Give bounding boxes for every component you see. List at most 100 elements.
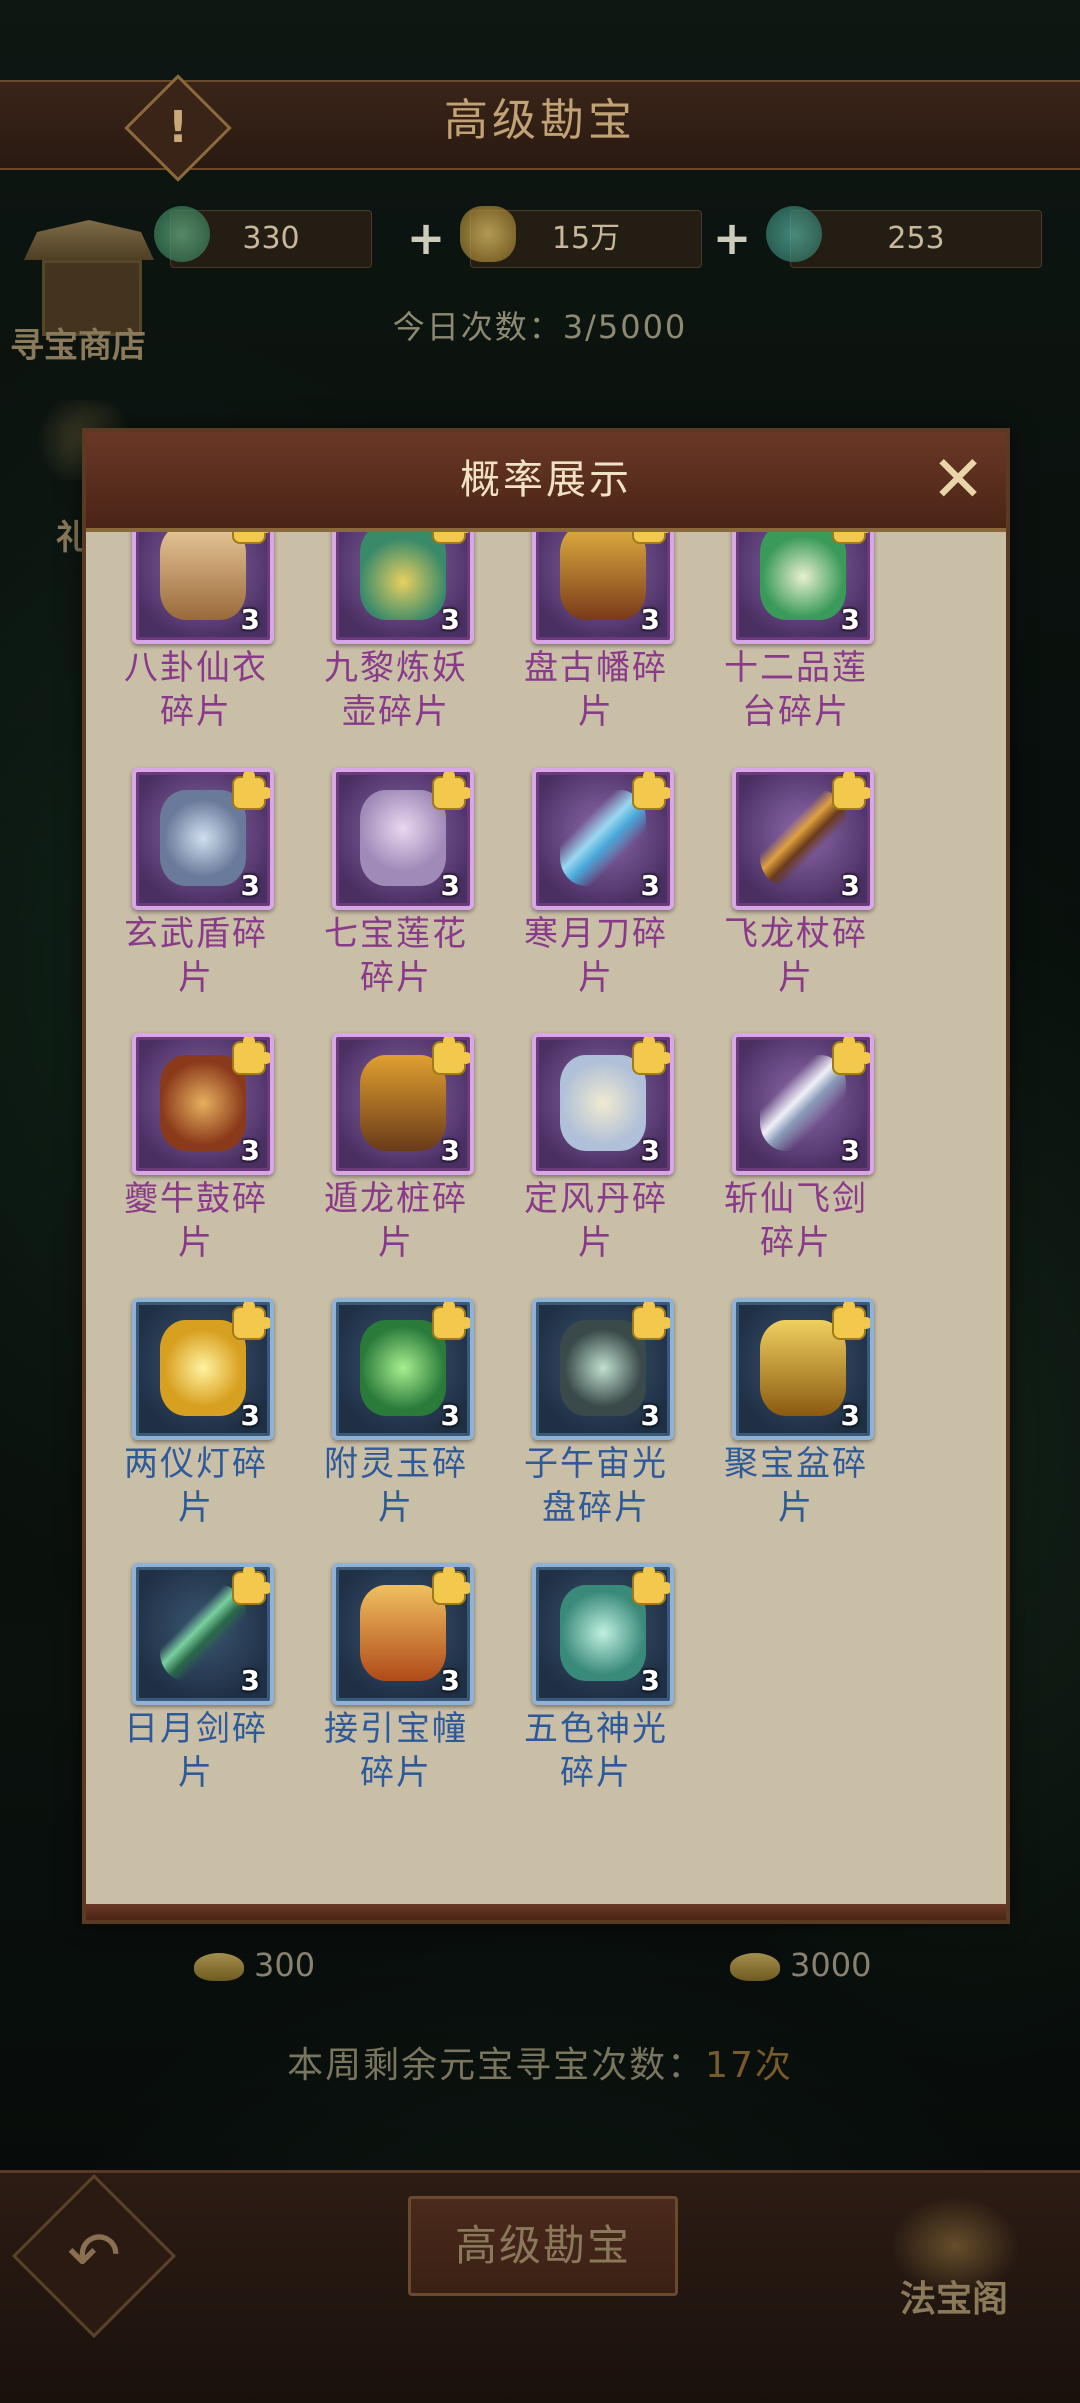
item-tile[interactable]: 3 — [532, 768, 674, 910]
item-name-line2: 片 — [178, 1488, 214, 1528]
puzzle-piece-icon — [434, 772, 470, 808]
item-tile[interactable]: 3 — [532, 1298, 674, 1440]
puzzle-piece-icon — [434, 1302, 470, 1338]
treasure-artwork-icon — [560, 532, 646, 620]
item-card[interactable]: 3 夔牛鼓碎片 — [96, 1033, 296, 1273]
item-tile[interactable]: 3 — [532, 1563, 674, 1705]
item-name-line1: 寒月刀碎 — [524, 914, 668, 954]
item-count: 3 — [640, 1664, 660, 1697]
treasure-artwork-icon — [360, 1320, 446, 1416]
puzzle-piece-icon — [634, 1302, 670, 1338]
gold-ingot-icon — [730, 1953, 780, 1981]
item-name-line1: 飞龙杖碎 — [724, 914, 868, 954]
cost-ten-value: 3000 — [790, 1946, 872, 1984]
item-count: 3 — [240, 1664, 260, 1697]
item-card[interactable]: 3 飞龙杖碎片 — [696, 768, 896, 1008]
item-name-line1: 夔牛鼓碎 — [124, 1179, 268, 1219]
item-tile[interactable]: 3 — [332, 1563, 474, 1705]
item-card[interactable]: 3 两仪灯碎片 — [96, 1298, 296, 1538]
today-count: 今日次数：3/5000 — [392, 308, 688, 346]
item-count: 3 — [440, 1134, 460, 1167]
puzzle-piece-icon — [434, 1037, 470, 1073]
item-card[interactable]: 3 五色神光 碎片 — [496, 1563, 696, 1803]
item-name: 八卦仙衣 碎片 — [96, 646, 296, 734]
item-card[interactable]: 3 斩仙飞剑 碎片 — [696, 1033, 896, 1273]
item-name: 附灵玉碎片 — [296, 1442, 496, 1530]
item-tile[interactable]: 3 — [132, 1563, 274, 1705]
close-icon[interactable]: ✕ — [926, 448, 990, 512]
item-name: 定风丹碎片 — [496, 1177, 696, 1265]
puzzle-piece-icon — [834, 1037, 870, 1073]
item-name-line1: 八卦仙衣 — [124, 648, 268, 688]
puzzle-piece-icon — [634, 1567, 670, 1603]
item-grid[interactable]: 3 八卦仙衣 碎片 3 九黎炼妖 壶碎片 3 盘古幡碎片 3 十二品莲 台碎片 3 玄武盾碎片 3 七宝莲花… — [86, 532, 1006, 1900]
item-card[interactable]: 3 寒月刀碎片 — [496, 768, 696, 1008]
advanced-explore-button[interactable]: 高级勘宝 — [408, 2196, 678, 2296]
item-name: 遁龙桩碎片 — [296, 1177, 496, 1265]
item-name-line2: 片 — [578, 1223, 614, 1263]
page-title: 高级勘宝 — [444, 95, 636, 146]
item-count: 3 — [440, 603, 460, 636]
item-card[interactable]: 3 十二品莲 台碎片 — [696, 532, 896, 742]
item-tile[interactable]: 3 — [332, 768, 474, 910]
item-tile[interactable]: 3 — [532, 532, 674, 644]
item-name-line2: 碎片 — [760, 1223, 832, 1263]
treasure-artwork-icon — [760, 1320, 846, 1416]
item-tile[interactable]: 3 — [732, 1298, 874, 1440]
item-name: 五色神光 碎片 — [496, 1707, 696, 1795]
item-name: 七宝莲花 碎片 — [296, 912, 496, 1000]
item-tile[interactable]: 3 — [732, 1033, 874, 1175]
puzzle-piece-icon — [234, 772, 270, 808]
item-tile[interactable]: 3 — [132, 1033, 274, 1175]
item-name-line1: 日月剑碎 — [124, 1709, 268, 1749]
treasure-artwork-icon — [560, 1320, 646, 1416]
item-card[interactable]: 3 遁龙桩碎片 — [296, 1033, 496, 1273]
item-name-line2: 片 — [578, 958, 614, 998]
item-count: 3 — [240, 869, 260, 902]
item-name-line2: 碎片 — [160, 692, 232, 732]
item-card[interactable]: 3 附灵玉碎片 — [296, 1298, 496, 1538]
item-count: 3 — [640, 603, 660, 636]
add-gold-plus-icon[interactable]: + — [710, 215, 754, 261]
item-card[interactable]: 3 玄武盾碎片 — [96, 768, 296, 1008]
item-tile[interactable]: 3 — [132, 1298, 274, 1440]
resource-ring-value: 253 — [790, 210, 1042, 268]
treasure-artwork-icon — [360, 790, 446, 886]
item-name: 盘古幡碎片 — [496, 646, 696, 734]
item-card[interactable]: 3 子午宙光 盘碎片 — [496, 1298, 696, 1538]
item-tile[interactable]: 3 — [332, 1298, 474, 1440]
item-card[interactable]: 3 定风丹碎片 — [496, 1033, 696, 1273]
item-name: 两仪灯碎片 — [96, 1442, 296, 1530]
item-name-line1: 接引宝幢 — [324, 1709, 468, 1749]
item-card[interactable]: 3 七宝莲花 碎片 — [296, 768, 496, 1008]
item-count: 3 — [840, 1134, 860, 1167]
item-tile[interactable]: 3 — [132, 768, 274, 910]
modal-footer — [86, 1904, 1006, 1920]
treasure-artwork-icon — [760, 532, 846, 620]
item-tile[interactable]: 3 — [532, 1033, 674, 1175]
item-card[interactable]: 3 聚宝盆碎片 — [696, 1298, 896, 1538]
item-name-line2: 片 — [178, 958, 214, 998]
treasure-artwork-icon — [360, 1585, 446, 1681]
weekly-label: 本周剩余元宝寻宝次数： — [287, 2045, 706, 2086]
item-name-line1: 斩仙飞剑 — [724, 1179, 868, 1219]
item-name: 聚宝盆碎片 — [696, 1442, 896, 1530]
item-card[interactable]: 3 盘古幡碎片 — [496, 532, 696, 742]
item-tile[interactable]: 3 — [332, 1033, 474, 1175]
item-name: 子午宙光 盘碎片 — [496, 1442, 696, 1530]
add-jade-plus-icon[interactable]: + — [404, 215, 448, 261]
back-arrow-icon: ↶ — [67, 2219, 121, 2293]
item-count: 3 — [840, 869, 860, 902]
item-card[interactable]: 3 日月剑碎片 — [96, 1563, 296, 1803]
item-name-line1: 聚宝盆碎 — [724, 1444, 868, 1484]
item-tile[interactable]: 3 — [732, 532, 874, 644]
item-tile[interactable]: 3 — [132, 532, 274, 644]
item-card[interactable]: 3 接引宝幢 碎片 — [296, 1563, 496, 1803]
item-count: 3 — [240, 1399, 260, 1432]
puzzle-piece-icon — [834, 772, 870, 808]
treasure-artwork-icon — [160, 532, 246, 620]
item-tile[interactable]: 3 — [332, 532, 474, 644]
item-tile[interactable]: 3 — [732, 768, 874, 910]
item-card[interactable]: 3 八卦仙衣 碎片 — [96, 532, 296, 742]
item-card[interactable]: 3 九黎炼妖 壶碎片 — [296, 532, 496, 742]
